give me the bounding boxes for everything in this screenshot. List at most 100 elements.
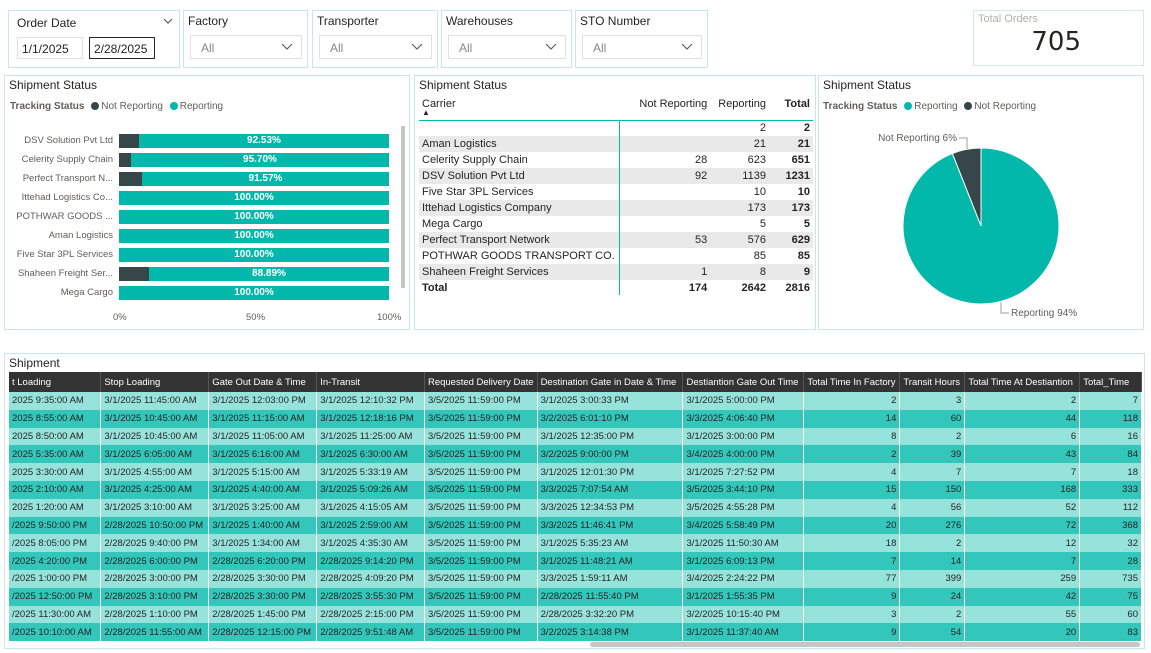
matrix-value-cell: 53 — [628, 232, 711, 248]
bar-row[interactable]: 100.00% — [119, 248, 389, 262]
table-row[interactable]: /2025 11:30:00 AM 2/28/2025 1:10:00 PM 2/2… — [9, 605, 1142, 624]
table-row[interactable]: 2025 8:50:00 AM 3/1/2025 10:45:00 AM 3/1/2… — [9, 427, 1142, 446]
shipment-cell: 43 — [964, 445, 1081, 464]
matrix-row[interactable]: Celerity Supply Chain 28 623 651 — [419, 152, 813, 168]
shipment-column-header[interactable]: Transit Hours — [899, 372, 966, 392]
bar-row[interactable]: 100.00% — [119, 210, 389, 224]
shipment-cell: 3/1/2025 11:25:00 AM — [316, 427, 425, 446]
bar-not-reporting[interactable] — [119, 153, 131, 167]
start-date-input[interactable]: 1/1/2025 — [17, 37, 83, 59]
matrix-value-cell — [628, 200, 711, 216]
transporter-title: Transporter — [317, 14, 379, 28]
shipment-cell: 7 — [899, 463, 966, 481]
bar-not-reporting[interactable] — [119, 267, 149, 281]
table-row[interactable]: /2025 9:50:00 PM 2/28/2025 10:50:00 PM 3/1… — [9, 516, 1142, 535]
shipment-cell: 3/3/2025 1:59:11 AM — [537, 569, 684, 588]
shipment-cell: 20 — [964, 623, 1081, 642]
bar-row[interactable]: 91.57% — [119, 172, 389, 186]
shipment-cell: 2025 8:50:00 AM — [9, 427, 102, 446]
bar-row[interactable]: 88.89% — [119, 267, 389, 281]
matrix-row[interactable]: Aman Logistics 21 21 — [419, 136, 813, 152]
bar-row[interactable]: 100.00% — [119, 191, 389, 205]
shipment-cell: 3/1/2025 4:35:30 AM — [316, 534, 425, 553]
shipment-cell: 7 — [964, 552, 1081, 570]
factory-dropdown[interactable]: All — [190, 35, 302, 59]
shipment-cell: 55 — [964, 605, 1081, 624]
shipment-cell: 150 — [899, 480, 966, 499]
matrix-row[interactable]: Five Star 3PL Services 10 10 — [419, 184, 813, 200]
matrix-row[interactable]: Mega Cargo 5 5 — [419, 216, 813, 232]
shipment-cell: 3/1/2025 4:15:05 AM — [316, 498, 425, 517]
shipment-cell: 368 — [1079, 516, 1142, 535]
table-row[interactable]: /2025 1:00:00 PM 2/28/2025 3:00:00 PM 2/28… — [9, 569, 1142, 588]
shipment-cell: 3/5/2025 11:59:00 PM — [424, 623, 538, 642]
shipment-column-header[interactable]: Destination Gate in Date & Time — [537, 372, 684, 392]
header-reporting[interactable]: Reporting — [710, 94, 769, 120]
bar-not-reporting[interactable] — [119, 172, 142, 186]
shipment-column-header[interactable]: t Loading — [9, 372, 102, 392]
matrix-value-cell: 85 — [753, 250, 766, 262]
shipment-cell: 15 — [803, 480, 901, 499]
shipment-column-header[interactable]: Gate Out Date & Time — [208, 372, 318, 392]
shipment-column-header[interactable]: In-Transit — [316, 372, 425, 392]
end-date-input[interactable]: 2/28/2025 — [89, 37, 155, 59]
shipment-column-header[interactable]: Total Time At Destiantion — [964, 372, 1081, 392]
table-row[interactable]: /2025 4:20:00 PM 2/28/2025 6:00:00 PM 2/28… — [9, 552, 1142, 570]
vertical-scrollbar[interactable] — [401, 126, 405, 288]
bar-row[interactable]: 92.53% — [119, 134, 389, 148]
carrier-name-cell: Ittehad Logistics Company — [419, 200, 629, 216]
matrix-value-cell — [628, 136, 711, 152]
shipment-cell: 3/4/2025 4:00:00 PM — [682, 445, 805, 464]
table-row[interactable]: 2025 9:35:00 AM 3/1/2025 11:45:00 AM 3/1/2… — [9, 392, 1142, 410]
header-total[interactable]: Total — [769, 94, 813, 120]
chevron-down-icon[interactable] — [163, 17, 173, 25]
shipment-cell: 3/1/2025 11:50:30 AM — [682, 534, 805, 553]
shipment-column-header[interactable]: Destiantion Gate Out Time — [682, 372, 805, 392]
shipment-cell: 2/28/2025 2:15:00 PM — [316, 605, 425, 624]
table-row[interactable]: 2025 1:20:00 AM 3/1/2025 3:10:00 AM 3/1/20… — [9, 498, 1142, 517]
bar-row[interactable]: 100.00% — [119, 229, 389, 243]
shipment-cell: 3/1/2025 12:10:32 PM — [316, 392, 425, 410]
warehouses-dropdown[interactable]: All — [448, 35, 566, 59]
table-row[interactable]: 2025 3:30:00 AM 3/1/2025 4:55:00 AM 3/1/20… — [9, 463, 1142, 481]
shipment-cell: 2/28/2025 10:50:00 PM — [100, 516, 210, 535]
shipment-cell: 3/5/2025 11:59:00 PM — [424, 480, 538, 499]
bar-category-label: DSV Solution Pvt Ltd — [24, 135, 113, 146]
bar-row[interactable]: 95.70% — [119, 153, 389, 167]
shipment-column-header[interactable]: Total Time In Factory — [803, 372, 901, 392]
table-row[interactable]: 2025 8:55:00 AM 3/1/2025 10:45:00 AM 3/1/2… — [9, 409, 1142, 428]
bar-row[interactable]: 100.00% — [119, 286, 389, 300]
warehouses-title: Warehouses — [446, 14, 513, 28]
shipment-cell: 3/1/2025 6:05:00 AM — [100, 445, 210, 464]
matrix-row[interactable]: Shaheen Freight Services 1 8 9 — [419, 264, 813, 280]
sto-number-dropdown[interactable]: All — [582, 35, 702, 59]
shipment-column-header[interactable]: Total_Time — [1079, 372, 1142, 392]
shipment-cell: 9 — [803, 623, 901, 642]
matrix-row[interactable]: Ittehad Logistics Company 173 173 — [419, 200, 813, 216]
shipment-cell: 8 — [803, 427, 901, 446]
shipment-cell: /2025 4:20:00 PM — [9, 552, 102, 570]
bar-data-label: 91.57% — [248, 173, 283, 184]
table-row[interactable]: /2025 8:05:00 PM 2/28/2025 9:40:00 PM 3/1/… — [9, 534, 1142, 553]
legend-dot-not-reporting — [91, 102, 100, 110]
header-carrier[interactable]: Carrier ▲ — [419, 94, 629, 120]
shipment-cell: 3/1/2025 6:30:00 AM — [316, 445, 425, 464]
order-date-title: Order Date — [17, 16, 77, 30]
header-not-reporting[interactable]: Not Reporting — [629, 94, 711, 120]
bar-not-reporting[interactable] — [119, 134, 139, 148]
table-row[interactable]: /2025 12:50:00 PM 2/28/2025 3:10:00 PM 2/2… — [9, 587, 1142, 606]
horizontal-scrollbar[interactable] — [590, 642, 1140, 647]
table-row[interactable]: /2025 10:10:00 AM 2/28/2025 11:55:00 AM 2/… — [9, 623, 1142, 642]
carrier-name-cell: Perfect Transport Network — [419, 232, 629, 248]
transporter-dropdown[interactable]: All — [319, 35, 432, 59]
matrix-row[interactable]: DSV Solution Pvt Ltd 92 1139 1231 — [419, 168, 813, 184]
matrix-row[interactable]: Perfect Transport Network 53 576 629 — [419, 232, 813, 248]
shipment-cell: 56 — [899, 498, 966, 517]
table-row[interactable]: 2025 2:10:00 AM 3/1/2025 4:25:00 AM 3/1/20… — [9, 480, 1142, 499]
matrix-row[interactable]: 22 — [419, 120, 813, 136]
table-row[interactable]: 2025 5:35:00 AM 3/1/2025 6:05:00 AM 3/1/20… — [9, 445, 1142, 464]
shipment-column-header[interactable]: Stop Loading — [100, 372, 210, 392]
matrix-row[interactable]: POTHWAR GOODS TRANSPORT CO. 85 85 — [419, 248, 813, 264]
shipment-column-header[interactable]: Requested Delivery Date — [424, 372, 538, 392]
pie-slice-reporting[interactable] — [902, 147, 1060, 305]
